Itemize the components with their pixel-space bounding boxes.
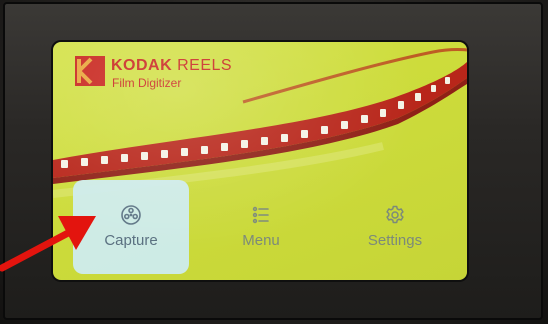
red-arrow-icon [0,216,96,272]
device-bezel: KODAK REELS Film Digitizer Capture Menu … [0,0,548,324]
